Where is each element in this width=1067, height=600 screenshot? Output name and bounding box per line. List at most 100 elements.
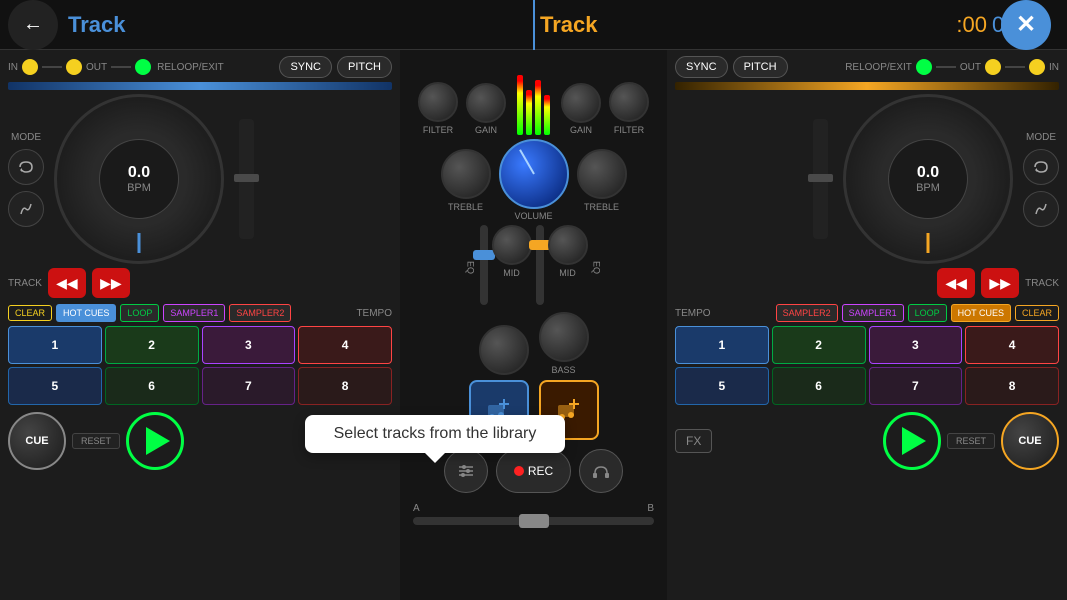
headphone-button[interactable] xyxy=(579,449,623,493)
cue-button-left[interactable]: CUE xyxy=(8,412,66,470)
pad-8-right[interactable]: 8 xyxy=(965,367,1059,405)
rec-button[interactable]: REC xyxy=(496,449,571,493)
filter-knob-left[interactable] xyxy=(418,82,458,122)
track-label-small-right: TRACK xyxy=(1025,278,1059,289)
sync-button-right[interactable]: SYNC xyxy=(675,56,728,78)
out-led-left xyxy=(66,59,82,75)
mid-knob-right[interactable] xyxy=(548,225,588,265)
crossfader-handle[interactable] xyxy=(519,514,549,528)
center-divider xyxy=(533,0,535,50)
pad-4-right[interactable]: 4 xyxy=(965,326,1059,364)
scratch-icon-left xyxy=(17,200,35,218)
pitch-fader-right[interactable] xyxy=(813,119,828,239)
pads-grid-left: 1 2 3 4 5 6 7 8 xyxy=(8,326,392,405)
sync-button-left[interactable]: SYNC xyxy=(279,56,332,78)
loop-tab-right[interactable]: LOOP xyxy=(908,304,947,322)
play-button-left[interactable] xyxy=(126,412,184,470)
time-right: :00 xyxy=(956,12,987,38)
mode-btn-scratch-right[interactable] xyxy=(1023,191,1059,227)
pad-2-right[interactable]: 2 xyxy=(772,326,866,364)
next-track-button-right[interactable]: ▶▶ xyxy=(981,268,1019,298)
mode-btn-loop-right[interactable] xyxy=(1023,149,1059,185)
volume-knob[interactable] xyxy=(499,139,569,209)
top-bar: ← Track 00:00 Track :00 ✕ xyxy=(0,0,1067,50)
clear-button-right[interactable]: CLEAR xyxy=(1015,305,1059,321)
mixer-settings-button[interactable] xyxy=(444,449,488,493)
filter-knob-right[interactable] xyxy=(609,82,649,122)
vu-meters xyxy=(517,55,550,135)
green-led-left xyxy=(135,59,151,75)
mode-btn-loop-left[interactable] xyxy=(8,149,44,185)
sampler1-tab-left[interactable]: SAMPLER1 xyxy=(163,304,225,322)
mid-knob-left[interactable] xyxy=(492,225,532,265)
gain-knob-left[interactable] xyxy=(466,83,506,123)
reset-button-right[interactable]: RESET xyxy=(947,433,995,449)
hot-cues-tab-left[interactable]: HOT CUES xyxy=(56,304,116,322)
pitch-fader-left[interactable] xyxy=(239,119,254,239)
treble-knob-left[interactable] xyxy=(441,149,491,199)
tooltip-text: Select tracks from the library xyxy=(334,425,537,442)
pad-3-left[interactable]: 3 xyxy=(202,326,296,364)
clear-button-left[interactable]: CLEAR xyxy=(8,305,52,321)
gain-knob-right[interactable] xyxy=(561,83,601,123)
pitch-handle-left xyxy=(234,174,259,182)
filter-knob-right-container: FILTER xyxy=(609,82,649,135)
pad-5-right[interactable]: 5 xyxy=(675,367,769,405)
prev-track-button-left[interactable]: ◀◀ xyxy=(48,268,86,298)
gain-label-right: GAIN xyxy=(570,125,592,135)
close-button[interactable]: ✕ xyxy=(1001,0,1051,50)
loop-icon-left xyxy=(17,158,35,176)
volume-needle xyxy=(519,149,535,174)
connector-right-1 xyxy=(1005,66,1025,68)
tooltip: Select tracks from the library xyxy=(305,415,565,453)
headphone-icon xyxy=(591,461,611,481)
pad-7-left[interactable]: 7 xyxy=(202,367,296,405)
pad-2-left[interactable]: 2 xyxy=(105,326,199,364)
pad-6-left[interactable]: 6 xyxy=(105,367,199,405)
pitch-button-left[interactable]: PITCH xyxy=(337,56,392,78)
crossfader-track[interactable] xyxy=(413,517,654,525)
jog-wheel-left[interactable]: 0.0 BPM xyxy=(54,94,224,264)
in-led-left xyxy=(22,59,38,75)
back-button[interactable]: ← xyxy=(8,0,58,50)
reset-button-left[interactable]: RESET xyxy=(72,433,120,449)
next-track-button-left[interactable]: ▶▶ xyxy=(92,268,130,298)
mode-btn-scratch-left[interactable] xyxy=(8,191,44,227)
cue-button-right[interactable]: CUE xyxy=(1001,412,1059,470)
pad-4-left[interactable]: 4 xyxy=(298,326,392,364)
main-layout: IN OUT RELOOP/EXIT SYNC PITCH MODE xyxy=(0,50,1067,600)
out-label-left: OUT xyxy=(86,62,107,73)
pad-3-right[interactable]: 3 xyxy=(869,326,963,364)
treble-knob-right[interactable] xyxy=(577,149,627,199)
jog-indicator-right xyxy=(927,233,930,253)
loop-tab-left[interactable]: LOOP xyxy=(120,304,159,322)
prev-track-button-right[interactable]: ◀◀ xyxy=(937,268,975,298)
sampler2-tab-left[interactable]: SAMPLER2 xyxy=(229,304,291,322)
bass-knob-left[interactable] xyxy=(479,325,529,375)
play-button-right[interactable] xyxy=(883,412,941,470)
bass-knob-right[interactable] xyxy=(539,312,589,362)
sampler2-tab-right[interactable]: SAMPLER2 xyxy=(776,304,838,322)
channel-fader-left-handle[interactable] xyxy=(473,250,495,260)
jog-wheel-right[interactable]: 0.0 BPM xyxy=(843,94,1013,264)
deck-right: IN OUT RELOOP/EXIT SYNC PITCH MODE xyxy=(667,50,1067,600)
mixer-icon xyxy=(457,462,475,480)
fx-button-right[interactable]: FX xyxy=(675,429,712,453)
pad-6-right[interactable]: 6 xyxy=(772,367,866,405)
jog-center-left: 0.0 BPM xyxy=(99,139,179,219)
track-label-right: Track xyxy=(540,12,598,38)
pad-5-left[interactable]: 5 xyxy=(8,367,102,405)
sampler1-tab-right[interactable]: SAMPLER1 xyxy=(842,304,904,322)
close-icon: ✕ xyxy=(1016,10,1036,39)
connector-left-2 xyxy=(111,66,131,68)
pad-1-left[interactable]: 1 xyxy=(8,326,102,364)
tempo-label-right: TEMPO xyxy=(675,308,711,319)
pad-7-right[interactable]: 7 xyxy=(869,367,963,405)
pitch-button-right[interactable]: PITCH xyxy=(733,56,788,78)
pad-8-left[interactable]: 8 xyxy=(298,367,392,405)
jog-center-right: 0.0 BPM xyxy=(888,139,968,219)
pad-1-right[interactable]: 1 xyxy=(675,326,769,364)
mixer-top-knobs: FILTER GAIN GAIN FILTER xyxy=(405,50,662,135)
hot-cues-tab-right[interactable]: HOT CUES xyxy=(951,304,1011,322)
loop-icon-right xyxy=(1032,158,1050,176)
